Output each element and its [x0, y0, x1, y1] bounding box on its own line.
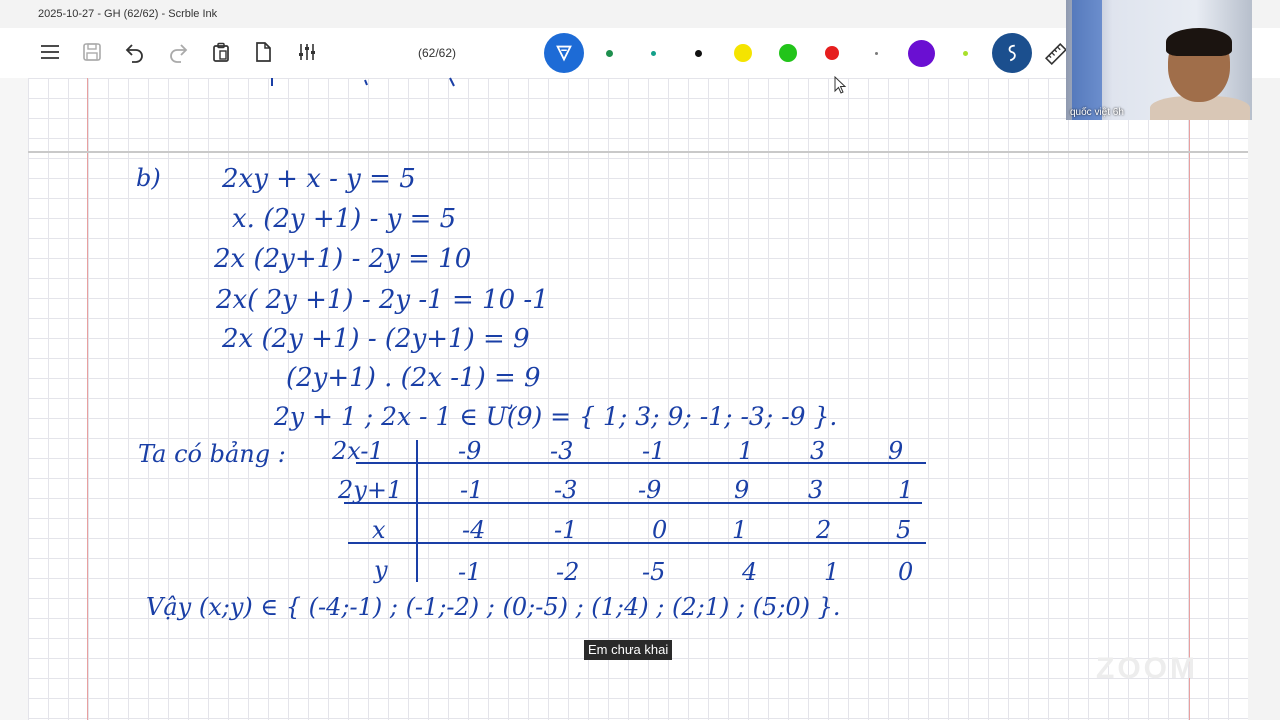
- table-cell: 0: [652, 516, 668, 544]
- table-cell: 1: [732, 516, 748, 544]
- table-head-x: x: [372, 516, 386, 544]
- window-title: 2025-10-27 - GH (62/62) - Scrble Ink: [38, 8, 218, 20]
- table-cell: -5: [642, 558, 666, 586]
- left-margin-line: [87, 78, 88, 720]
- page-indicator: (62/62): [418, 46, 457, 60]
- table-cell: -1: [460, 476, 484, 504]
- webcam-overlay: quốc việt 6h: [1066, 0, 1252, 120]
- equation-line-1: 2xy + x - y = 5: [222, 164, 416, 194]
- table-cell: -2: [556, 558, 580, 586]
- menu-button[interactable]: [34, 36, 66, 68]
- table-cell: 9: [888, 437, 904, 465]
- equation-line-5: 2x (2y +1) - (2y+1) = 9: [222, 324, 530, 354]
- part-label: b): [136, 164, 161, 192]
- webcam-shelf: [1072, 0, 1102, 120]
- table-cell: -1: [458, 558, 482, 586]
- redo-button[interactable]: [162, 36, 194, 68]
- color-gray[interactable]: [875, 52, 878, 55]
- table-cell: 4: [742, 558, 758, 586]
- color-red[interactable]: [825, 46, 839, 60]
- table-cell: 3: [810, 437, 826, 465]
- table-cell: 1: [898, 476, 914, 504]
- subtitle-caption: Em chưa khai: [584, 640, 673, 660]
- equation-line-6: (2y+1) . (2x -1) = 9: [286, 363, 541, 393]
- equation-line-3: 2x (2y+1) - 2y = 10: [214, 244, 472, 274]
- redo-icon: [170, 44, 188, 63]
- conclusion-line: Vậy (x;y) ∈ { (-4;-1) ; (-1;-2) ; (0;-5)…: [146, 593, 841, 621]
- undo-icon: [125, 44, 143, 63]
- table-cell: 5: [896, 516, 912, 544]
- settings-button[interactable]: [291, 36, 323, 68]
- table-head-2x-1: 2x-1: [332, 437, 384, 465]
- equation-line-2: x. (2y +1) - y = 5: [232, 204, 457, 234]
- table-head-2y+1: 2y+1: [338, 476, 403, 504]
- table-cell: 1: [824, 558, 840, 586]
- color-black[interactable]: [695, 50, 702, 57]
- color-teal[interactable]: [651, 51, 656, 56]
- lasso-tool-button[interactable]: [992, 33, 1032, 73]
- sliders-icon: [299, 44, 315, 60]
- note-canvas[interactable]: [28, 78, 1248, 720]
- menu-icon: [41, 45, 59, 59]
- table-rule-2: [344, 502, 922, 504]
- color-dark-green[interactable]: [606, 50, 613, 57]
- color-yellow[interactable]: [734, 44, 752, 62]
- right-margin-line: [1189, 78, 1190, 720]
- pen-tool-button[interactable]: [544, 33, 584, 73]
- table-label: Ta có bảng :: [138, 440, 286, 468]
- save-icon: [83, 43, 101, 61]
- clipboard-button[interactable]: [205, 36, 237, 68]
- scroll-area[interactable]: [1248, 78, 1280, 720]
- page-button[interactable]: [247, 36, 279, 68]
- left-gutter: [0, 78, 28, 720]
- table-cell: -1: [642, 437, 666, 465]
- participant-name: quốc việt 6h: [1070, 107, 1124, 118]
- color-purple[interactable]: [908, 40, 935, 67]
- equation-line-4: 2x( 2y +1) - 2y -1 = 10 -1: [216, 285, 549, 315]
- table-cell: -9: [638, 476, 662, 504]
- table-cell: 1: [738, 437, 754, 465]
- table-cell: 2: [816, 516, 832, 544]
- lasso-icon: [1008, 44, 1016, 62]
- mouse-cursor-icon: [834, 76, 847, 94]
- pen-icon: [556, 45, 572, 62]
- table-cell: -3: [554, 476, 578, 504]
- undo-button[interactable]: [119, 36, 151, 68]
- color-lime[interactable]: [963, 51, 968, 56]
- webcam-person-hair: [1166, 28, 1232, 56]
- table-cell: -1: [554, 516, 578, 544]
- save-button[interactable]: [76, 36, 108, 68]
- table-cell: 9: [734, 476, 750, 504]
- table-cell: 0: [898, 558, 914, 586]
- table-cell: 3: [808, 476, 824, 504]
- page-icon: [256, 42, 271, 62]
- table-rule-1: [356, 462, 926, 464]
- previous-page-ink-marks: [271, 77, 455, 87]
- table-head-y: y: [374, 556, 388, 584]
- table-cell: -4: [462, 516, 486, 544]
- scrble-ink-window: 2025-10-27 - GH (62/62) - Scrble Ink (62…: [0, 0, 1280, 720]
- clipboard-icon: [213, 42, 229, 62]
- color-green[interactable]: [779, 44, 797, 62]
- table-cell: -9: [458, 437, 482, 465]
- ruler-icon: [1045, 43, 1067, 65]
- equation-line-7: 2y + 1 ; 2x - 1 ∈ Ư(9) = { 1; 3; 9; -1; …: [274, 402, 838, 431]
- page-separator: [28, 151, 1248, 153]
- watermark-logo: ZOOM: [1096, 652, 1198, 685]
- table-rule-3: [348, 542, 926, 544]
- table-cell: -3: [550, 437, 574, 465]
